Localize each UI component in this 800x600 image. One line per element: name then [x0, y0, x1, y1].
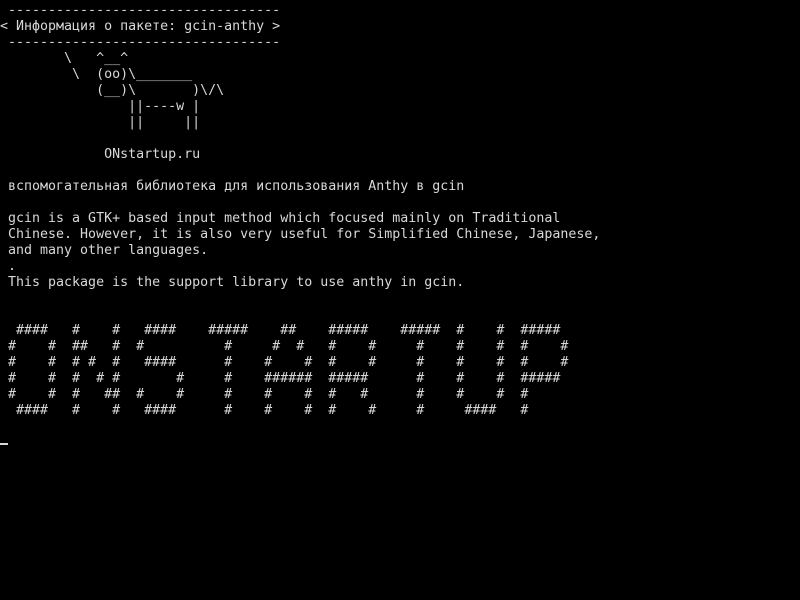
package-description-separator: .: [0, 259, 17, 274]
ascii-banner-line: # # # # # #### # # # # # # # # # #: [0, 355, 569, 370]
ascii-cow-art-line: ||----w |: [0, 99, 201, 114]
ascii-banner-line: #### # # #### # # # # # # #### #: [0, 403, 529, 418]
ascii-banner-line: # # # ## # # # # # # # # # # #: [0, 387, 529, 402]
package-description-en-line: Chinese. However, it is also very useful…: [0, 227, 601, 242]
ascii-banner-line: # # # # # # # ###### ##### # # # #####: [0, 371, 561, 386]
ascii-cow-art-line: || ||: [0, 115, 201, 130]
speech-bubble-text: < Информация о пакете: gcin-anthy >: [0, 19, 281, 34]
package-description-ru: вспомогательная библиотека для использов…: [0, 179, 465, 194]
ascii-cow-art-line: (__)\ )\/\: [0, 83, 225, 98]
speech-bubble-bottom-border: ----------------------------------: [0, 35, 281, 50]
ascii-banner-line: #### # # #### ##### ## ##### ##### # # #…: [0, 323, 561, 338]
speech-bubble-top-border: ----------------------------------: [0, 3, 281, 18]
ascii-banner-line: # # ## # # # # # # # # # # # #: [0, 339, 569, 354]
ascii-cow-art-line: \ ^__^: [0, 51, 129, 66]
package-description-en-line: gcin is a GTK+ based input method which …: [0, 211, 561, 226]
package-summary-en: This package is the support library to u…: [0, 275, 465, 290]
site-credit: ONstartup.ru: [0, 147, 201, 162]
terminal-window[interactable]: ---------------------------------- < Инфо…: [0, 0, 800, 600]
package-description-en-line: and many other languages.: [0, 243, 209, 258]
ascii-cow-art-line: \ (oo)\_______: [0, 67, 193, 82]
text-cursor: [0, 443, 8, 445]
terminal-output: ---------------------------------- < Инфо…: [0, 3, 800, 419]
